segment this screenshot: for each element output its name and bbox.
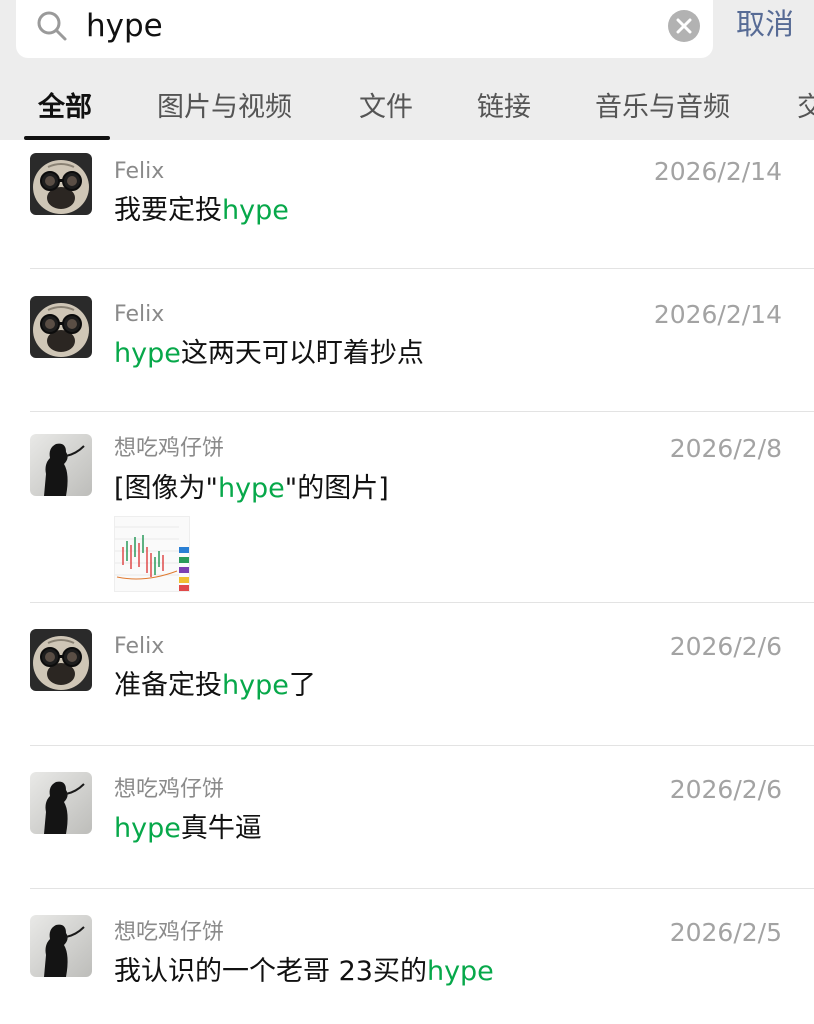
result-row[interactable]: Felix 2026/2/6 准备定投hype了 (0, 603, 814, 746)
result-row[interactable]: 想吃鸡仔饼 2026/2/8 [图像为"hype"的图片] (0, 412, 814, 603)
clear-search-button[interactable] (668, 10, 700, 42)
message-snippet: 我认识的一个老哥 23买的hype (114, 955, 494, 989)
filter-tabs: 全部 图片与视频 文件 链接 音乐与音频 交 (0, 88, 814, 140)
pug-avatar[interactable] (30, 629, 92, 691)
search-input[interactable]: hype (86, 6, 163, 46)
sender-name: Felix (114, 159, 165, 184)
result-row[interactable]: Felix 2026/2/14 hype这两天可以盯着抄点 (0, 269, 814, 412)
keyword-highlight: hype (426, 956, 494, 987)
pug-avatar[interactable] (30, 296, 92, 358)
snippet-text: 我要定投 (114, 195, 222, 226)
tab-all[interactable]: 全部 (38, 88, 92, 128)
keyword-highlight: hype (114, 813, 181, 844)
search-icon (37, 11, 67, 41)
snippet-text: 我认识的一个老哥 23买的 (114, 956, 427, 987)
sender-name: 想吃鸡仔饼 (114, 920, 225, 945)
sender-name: 想吃鸡仔饼 (114, 777, 225, 802)
keyword-highlight: hype (217, 473, 285, 504)
cancel-button[interactable]: 取消 (736, 6, 794, 42)
silhouette-avatar[interactable] (30, 915, 92, 977)
tab-links[interactable]: 链接 (477, 88, 531, 128)
snippet-text: 这两天可以盯着抄点 (180, 338, 424, 369)
sender-name: Felix (114, 302, 165, 327)
keyword-highlight: hype (114, 338, 181, 369)
snippet-text: 了 (288, 670, 316, 701)
snippet-text: [图像为" (114, 473, 218, 504)
silhouette-avatar[interactable] (30, 434, 92, 496)
message-date: 2026/2/8 (669, 434, 782, 463)
keyword-highlight: hype (222, 195, 289, 226)
message-snippet: [图像为"hype"的图片] (114, 472, 389, 506)
message-date: 2026/2/6 (669, 632, 782, 661)
result-row[interactable]: 想吃鸡仔饼 2026/2/5 我认识的一个老哥 23买的hype (0, 889, 814, 1024)
message-date: 2026/2/14 (653, 300, 782, 329)
sender-name: 想吃鸡仔饼 (114, 436, 225, 461)
image-thumbnail[interactable] (114, 516, 190, 592)
tab-images-videos[interactable]: 图片与视频 (157, 88, 292, 128)
result-row[interactable]: 想吃鸡仔饼 2026/2/6 hype真牛逼 (0, 746, 814, 889)
message-date: 2026/2/5 (669, 918, 782, 947)
pug-avatar[interactable] (30, 153, 92, 215)
message-snippet: 我要定投hype (114, 194, 289, 228)
message-snippet: hype真牛逼 (114, 812, 262, 846)
message-snippet: hype这两天可以盯着抄点 (114, 337, 424, 371)
snippet-text: "的图片] (284, 473, 389, 504)
tab-music-audio[interactable]: 音乐与音频 (595, 88, 730, 128)
search-box[interactable]: hype (16, 0, 713, 58)
keyword-highlight: hype (222, 670, 289, 701)
silhouette-avatar[interactable] (30, 772, 92, 834)
result-row[interactable]: Felix 2026/2/14 我要定投hype (0, 140, 814, 269)
close-icon (676, 18, 692, 34)
tab-transactions[interactable]: 交 (797, 88, 814, 128)
message-snippet: 准备定投hype了 (114, 669, 316, 703)
snippet-text: 真牛逼 (180, 813, 262, 844)
message-date: 2026/2/14 (653, 157, 782, 186)
message-date: 2026/2/6 (669, 775, 782, 804)
search-header: hype 取消 全部 图片与视频 文件 链接 音乐与音频 交 (0, 0, 814, 140)
sender-name: Felix (114, 634, 165, 659)
snippet-text: 准备定投 (114, 670, 222, 701)
tab-files[interactable]: 文件 (359, 88, 413, 128)
